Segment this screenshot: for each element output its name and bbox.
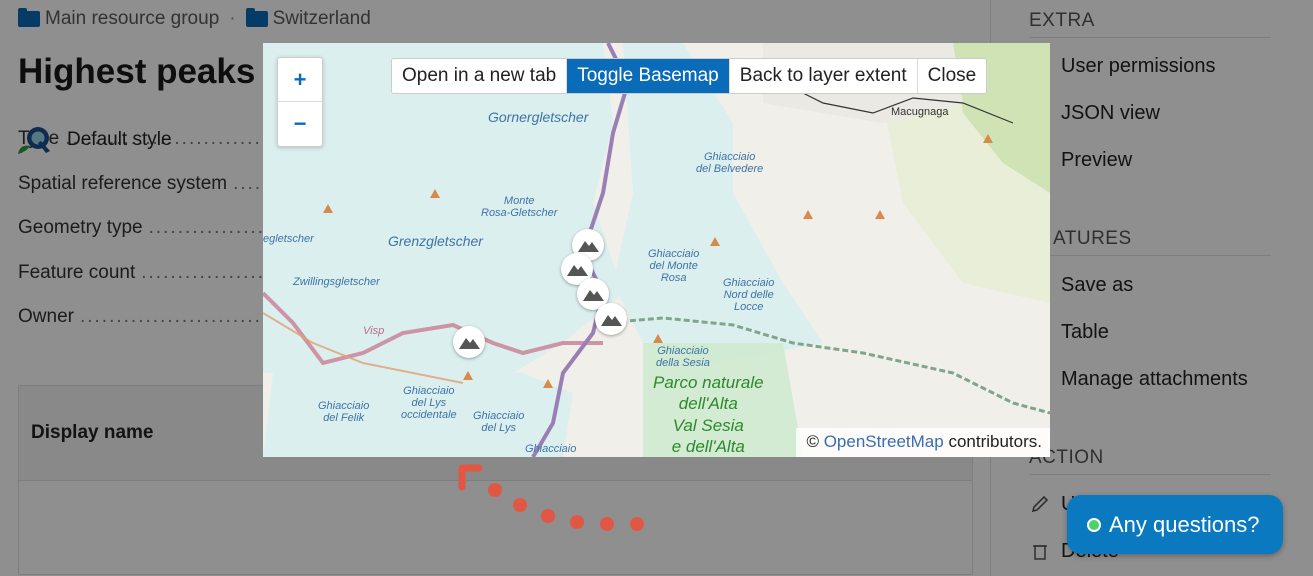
zoom-out-button[interactable]: − <box>278 101 322 145</box>
openstreetmap-link[interactable]: OpenStreetMap <box>824 432 944 451</box>
attribution-suffix: contributors. <box>948 432 1042 451</box>
map-label-ghiacciaio-felik: Ghiacciaio del Felik <box>318 400 370 425</box>
toggle-basemap-button[interactable]: Toggle Basemap <box>566 59 729 93</box>
map-label-ghiacciaio: Ghiacciaio <box>525 443 577 455</box>
map-label-ghiacciaio-lys: Ghiacciaio del Lys <box>473 410 525 435</box>
map-label-ghiacciaio-sesia: Ghiacciaio della Sesia <box>656 345 710 370</box>
map-preview-modal[interactable]: Gornergletscher Monte Rosa-Gletscher Gre… <box>263 43 1050 457</box>
map-label-ghiacciaio-belvedere: Ghiacciaio del Belvedere <box>696 151 764 176</box>
map-label-macugnaga: Macugnaga <box>891 106 949 118</box>
mountain-peak-icon[interactable] <box>595 303 627 335</box>
map-label-egletscher: egletscher <box>263 233 314 245</box>
highlight-arrow <box>458 464 644 531</box>
back-to-layer-extent-button[interactable]: Back to layer extent <box>728 59 917 93</box>
map-attribution: © OpenStreetMap contributors. <box>796 428 1050 457</box>
map-label-monte-rosa-gletscher: Monte Rosa-Gletscher <box>481 195 558 220</box>
map-label-park: Parco naturale dell'Alta Val Sesia e del… <box>653 373 764 456</box>
map-label-zwillingsgletscher: Zwillingsgletscher <box>293 276 380 288</box>
close-button[interactable]: Close <box>916 59 987 93</box>
copyright-symbol: © <box>806 432 819 451</box>
map-label-gornergletscher: Gornergletscher <box>488 109 589 125</box>
map-label-ghiacciaio-monte-rosa: Ghiacciaio del Monte Rosa <box>648 248 700 285</box>
map-label-grenzgletscher: Grenzgletscher <box>388 233 483 249</box>
map-label-ghiacciaio-lys-occidentale: Ghiacciaio del Lys occidentale <box>401 385 457 422</box>
online-status-icon <box>1087 517 1101 532</box>
zoom-in-button[interactable]: + <box>278 58 322 101</box>
chat-label: Any questions? <box>1109 511 1260 537</box>
zoom-control: + − <box>277 57 323 147</box>
map-label-ghiacciaio-nord-locce: Ghiacciaio Nord delle Locce <box>723 277 775 314</box>
open-in-new-tab-button[interactable]: Open in a new tab <box>392 59 566 93</box>
chat-button[interactable]: Any questions? <box>1067 495 1283 554</box>
mountain-peak-icon[interactable] <box>453 326 485 358</box>
map-label-visp: Visp <box>363 325 385 337</box>
map-toolbar: Open in a new tab Toggle Basemap Back to… <box>391 58 988 94</box>
